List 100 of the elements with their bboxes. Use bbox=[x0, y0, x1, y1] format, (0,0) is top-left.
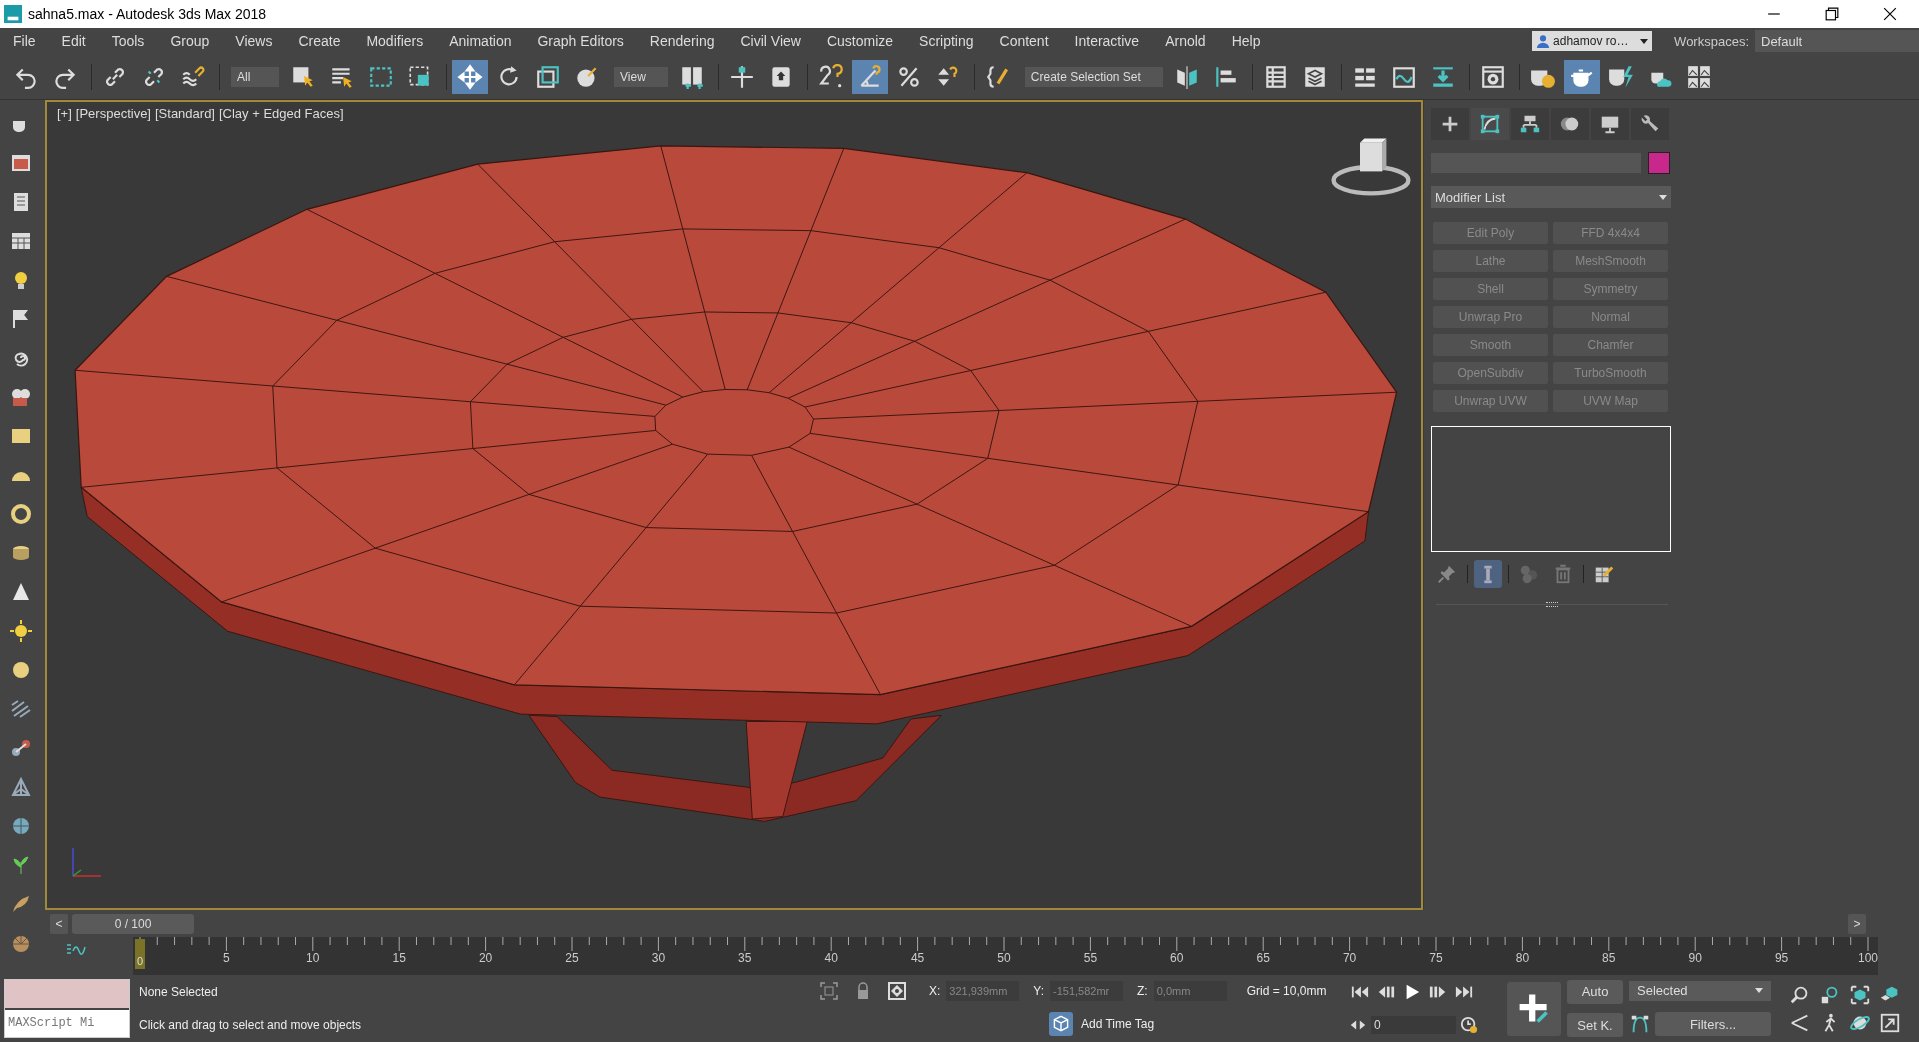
current-frame-marker[interactable]: 0 bbox=[135, 939, 145, 969]
time-slider-thumb[interactable]: 0 / 100 bbox=[72, 913, 194, 934]
frame-number: 75 bbox=[1429, 951, 1443, 965]
previous-frame-button[interactable]: < bbox=[50, 913, 68, 934]
listener-output-field[interactable] bbox=[5, 980, 129, 1008]
frame-number: 95 bbox=[1774, 951, 1789, 965]
menu-item[interactable]: Arnold bbox=[1156, 33, 1215, 49]
viewport-label[interactable]: [+] bbox=[57, 106, 72, 121]
menu-item[interactable]: Views bbox=[226, 33, 282, 49]
caret-icon bbox=[1659, 194, 1667, 200]
next-frame-button[interactable]: > bbox=[1848, 913, 1866, 934]
menu-item[interactable]: Group bbox=[161, 33, 219, 49]
move-button[interactable] bbox=[452, 59, 488, 94]
resize-handle[interactable] bbox=[1546, 602, 1558, 607]
monitor-tab[interactable] bbox=[1591, 108, 1629, 140]
zoom-extents-icon[interactable] bbox=[1849, 983, 1871, 1006]
frame-number: 90 bbox=[1688, 951, 1702, 965]
wrench-tab[interactable] bbox=[1631, 108, 1669, 140]
menu-item[interactable]: Help bbox=[1222, 33, 1270, 49]
toolbar-dropdown[interactable]: Create Selection Set bbox=[1024, 66, 1163, 87]
restore-icon[interactable] bbox=[1825, 7, 1839, 21]
z-label: Z: bbox=[1137, 983, 1148, 998]
listener-input-field[interactable]: MAXScript Mi bbox=[5, 1009, 129, 1037]
teapot-button[interactable] bbox=[1563, 59, 1600, 94]
hatch-icon[interactable] bbox=[9, 697, 33, 721]
viewport-label[interactable]: [Clay + Edged Faces] bbox=[219, 106, 344, 121]
frame-number: 40 bbox=[824, 951, 838, 965]
frame-number: 30 bbox=[651, 951, 666, 965]
set-key-mode-button[interactable]: Set K. bbox=[1567, 1013, 1623, 1038]
braces-icon bbox=[984, 63, 1011, 90]
sun-icon[interactable] bbox=[9, 619, 33, 643]
cube-icon bbox=[1049, 1012, 1073, 1037]
z-coordinate-field[interactable]: 0,0mm bbox=[1153, 980, 1227, 1001]
menu-item[interactable]: File bbox=[4, 33, 45, 49]
viewport-label[interactable]: [Perspective] bbox=[75, 106, 151, 121]
menu-item[interactable]: Interactive bbox=[1065, 33, 1149, 49]
menu-item[interactable]: Customize bbox=[817, 33, 903, 49]
menu-item[interactable]: Tools bbox=[102, 33, 154, 49]
frame-number: 15 bbox=[392, 951, 406, 965]
y-label: Y: bbox=[1033, 983, 1045, 998]
frame-number: 10 bbox=[306, 951, 320, 965]
clock-gear-icon[interactable] bbox=[1460, 1016, 1478, 1035]
time-slider-track[interactable]: < 0 / 100 > bbox=[50, 912, 1866, 935]
x-coordinate-field[interactable]: 321,939mm bbox=[946, 980, 1020, 1001]
object-color-swatch[interactable] bbox=[1648, 152, 1670, 174]
auto-key-button[interactable]: Auto bbox=[1567, 979, 1623, 1004]
menu-item[interactable]: Content bbox=[990, 33, 1058, 49]
grid-size: Grid = 10,0mm bbox=[1246, 983, 1327, 998]
hierarchy-tab[interactable] bbox=[1511, 108, 1549, 140]
frame-number: 80 bbox=[1515, 951, 1530, 965]
frame-number: 85 bbox=[1602, 951, 1616, 965]
workspaces-dropdown[interactable]: Default bbox=[1755, 30, 1919, 52]
frame-number: 35 bbox=[738, 951, 752, 965]
user-menu[interactable]: adhamov ro… bbox=[1532, 31, 1653, 51]
key-filter-dropdown[interactable]: Selected bbox=[1629, 980, 1771, 1001]
toolbar-dropdown[interactable]: View bbox=[614, 66, 668, 87]
modifier-list-dropdown[interactable]: Modifier List bbox=[1431, 186, 1671, 208]
frame-number: 70 bbox=[1342, 951, 1357, 965]
spheres-tab[interactable] bbox=[1551, 108, 1589, 140]
viewport-label[interactable]: [Standard] bbox=[155, 106, 215, 121]
isolate-icon[interactable] bbox=[819, 980, 839, 1001]
timeline-ruler[interactable]: 0 5 10 15 20 25 30 35 40 45 50 55 60 65 70 75 80 85 90 95 100 bbox=[133, 937, 1878, 975]
menu-item[interactable]: Modifiers bbox=[357, 33, 433, 49]
menu-item[interactable]: Edit bbox=[52, 33, 95, 49]
menu-item[interactable]: Graph Editors bbox=[528, 33, 633, 49]
maximize-icon[interactable] bbox=[1879, 1011, 1901, 1034]
menu-item[interactable]: Scripting bbox=[910, 33, 983, 49]
spheres-cluster-icon bbox=[1518, 563, 1540, 585]
app-logo-icon bbox=[4, 5, 22, 23]
menu-item[interactable]: Animation bbox=[440, 33, 521, 49]
y-coordinate-field[interactable]: -151,582mr bbox=[1050, 980, 1124, 1001]
filters-button[interactable]: Filters... bbox=[1655, 1012, 1771, 1037]
frame-number: 5 bbox=[223, 951, 230, 965]
tripod-icon[interactable] bbox=[9, 775, 33, 799]
plus-tab[interactable] bbox=[1431, 108, 1469, 140]
modifier-stack-list[interactable] bbox=[1431, 426, 1671, 552]
window-title: sahna5.max - Autodesk 3ds Max 2018 bbox=[28, 6, 267, 22]
curve-editor-icon[interactable] bbox=[65, 941, 89, 957]
frame-number: 60 bbox=[1170, 951, 1184, 965]
menu-item[interactable]: Create bbox=[289, 33, 350, 49]
angle-snap-button[interactable] bbox=[851, 59, 888, 94]
viewport[interactable]: [+] [Perspective] [Standard] [Clay + Edged Faces] bbox=[45, 100, 1423, 910]
prompt-text: Click and drag to select and move objects bbox=[139, 1018, 363, 1033]
column-button[interactable] bbox=[1474, 560, 1502, 588]
menu-item[interactable]: Civil View bbox=[731, 33, 810, 49]
menu-item[interactable]: Rendering bbox=[640, 33, 724, 49]
toolbar-dropdown[interactable]: All bbox=[231, 66, 279, 87]
selection-status: None Selected bbox=[139, 984, 219, 999]
close-icon[interactable] bbox=[1883, 7, 1897, 21]
set-key-button[interactable] bbox=[1507, 981, 1561, 1036]
frame-number: 25 bbox=[565, 951, 579, 965]
add-time-tag-button[interactable]: Add Time Tag bbox=[1049, 1012, 1155, 1037]
crosshair-icon bbox=[728, 63, 755, 90]
image-grid-icon bbox=[1685, 63, 1712, 90]
teapot-bolt-icon bbox=[1607, 63, 1634, 90]
ring-icon[interactable] bbox=[9, 502, 33, 526]
curve-frame-tab[interactable] bbox=[1471, 108, 1509, 140]
current-frame-field[interactable]: 0 bbox=[1371, 1016, 1456, 1035]
frame-number: 55 bbox=[1083, 951, 1098, 965]
absolute-mode-icon[interactable] bbox=[887, 980, 907, 1001]
